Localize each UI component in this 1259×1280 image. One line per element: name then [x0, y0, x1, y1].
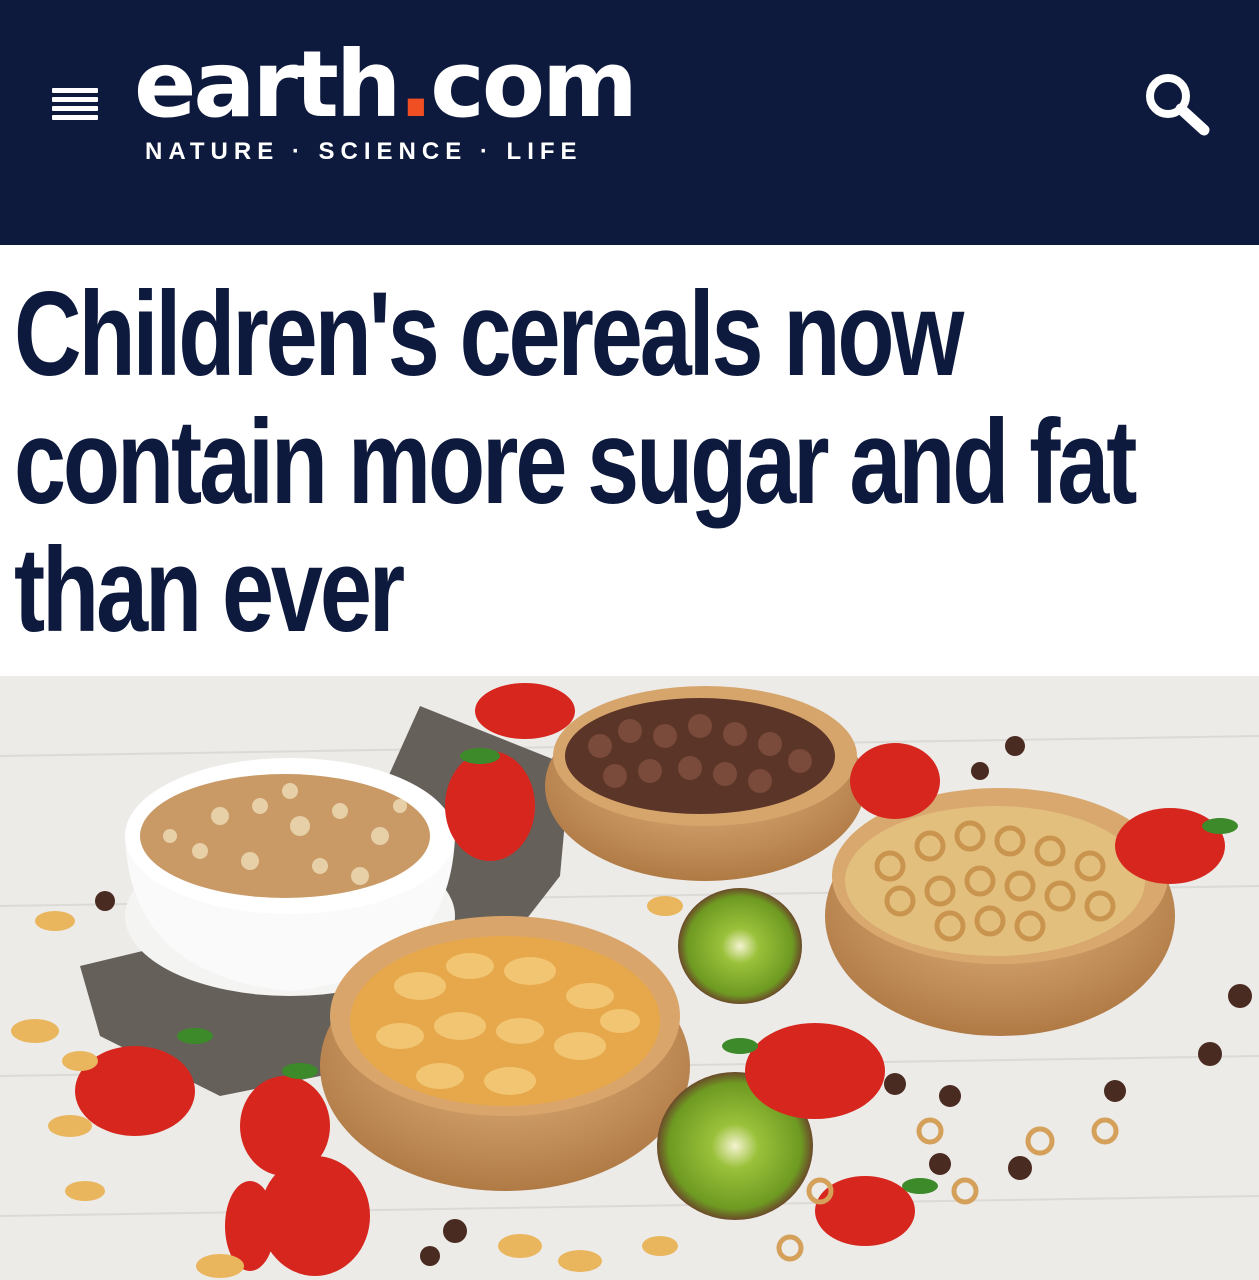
- logo-main-text: earth: [134, 31, 401, 138]
- site-logo[interactable]: earth.com: [134, 39, 638, 131]
- article-headline: Children's cereals now contain more suga…: [14, 267, 1137, 657]
- hamburger-menu-icon[interactable]: [52, 88, 98, 122]
- site-header: earth.com NATURE · SCIENCE · LIFE: [0, 0, 1259, 245]
- article-hero-image: [0, 676, 1259, 1280]
- logo-tld-text: com: [430, 31, 638, 138]
- site-tagline: NATURE · SCIENCE · LIFE: [145, 138, 583, 165]
- search-icon[interactable]: [1142, 70, 1212, 136]
- logo-dot: .: [398, 31, 433, 138]
